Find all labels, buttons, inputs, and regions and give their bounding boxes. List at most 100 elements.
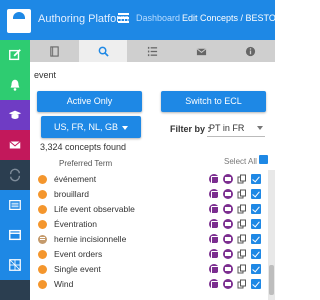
sync-icon (9, 168, 21, 182)
graduation-cap-icon (8, 110, 22, 119)
switch-to-ecl-button[interactable]: Switch to ECL (161, 91, 266, 112)
concept-term: événement (54, 174, 97, 184)
tab-messages[interactable] (177, 40, 225, 62)
primitive-concept-icon (38, 280, 47, 289)
primitive-concept-icon (38, 190, 47, 199)
add-to-list-icon[interactable] (223, 204, 233, 214)
copy-icon[interactable] (237, 264, 247, 274)
add-to-list-icon[interactable] (223, 219, 233, 229)
search-input[interactable] (34, 68, 234, 82)
concept-term: brouillard (54, 189, 89, 199)
select-checkbox[interactable] (251, 189, 261, 199)
copy-icon[interactable] (237, 279, 247, 289)
caret-down-icon (122, 125, 128, 130)
tab-saved-lists[interactable] (128, 40, 176, 62)
sidebar-sync[interactable] (0, 160, 30, 190)
edit-concept-icon[interactable] (209, 234, 219, 244)
top-bar: Authoring Platform Dashboard Edit Concep… (0, 0, 295, 40)
primitive-concept-icon (38, 175, 47, 184)
concept-term: hernie incisionnelle (54, 234, 127, 244)
left-sidebar (0, 40, 30, 300)
edit-icon (9, 49, 21, 61)
preferred-term-header: Preferred Term (59, 159, 113, 168)
list-ordered-icon (147, 46, 157, 56)
list-item[interactable]: Wind (30, 277, 266, 292)
results-scrollbar[interactable] (268, 170, 275, 300)
filter-by-label: Filter by : (170, 124, 211, 134)
tab-info[interactable] (226, 40, 274, 62)
select-checkbox[interactable] (251, 174, 261, 184)
select-all-checkbox[interactable] (259, 155, 268, 164)
list-item[interactable]: Event orders (30, 247, 266, 262)
add-to-list-icon[interactable] (223, 279, 233, 289)
breadcrumb: Edit Concepts / BESTORM1 (182, 13, 295, 23)
add-to-list-icon[interactable] (223, 189, 233, 199)
app-title: Authoring Platform (38, 13, 130, 25)
copy-icon[interactable] (237, 219, 247, 229)
add-to-list-icon[interactable] (223, 249, 233, 259)
list-item[interactable]: événement (30, 172, 266, 187)
list-item[interactable]: hernie incisionnelle (30, 232, 266, 247)
edit-concept-icon[interactable] (209, 219, 219, 229)
concept-term: Éventration (54, 219, 97, 229)
edit-concept-icon[interactable] (209, 204, 219, 214)
sidebar-edit[interactable] (0, 40, 30, 70)
copy-icon[interactable] (237, 204, 247, 214)
sidebar-grid[interactable] (0, 250, 30, 280)
book-icon (49, 45, 59, 57)
primitive-concept-icon (38, 220, 47, 229)
edit-concept-icon[interactable] (209, 249, 219, 259)
active-only-button[interactable]: Active Only (37, 91, 142, 112)
concept-term: Single event (54, 264, 101, 274)
select-checkbox[interactable] (251, 204, 261, 214)
list-item[interactable]: Single event (30, 262, 266, 277)
filter-select-value: PT in FR (209, 123, 245, 133)
filter-select[interactable]: PT in FR (207, 119, 265, 137)
copy-icon[interactable] (237, 174, 247, 184)
bell-icon (10, 79, 20, 91)
search-icon (98, 46, 109, 57)
sidebar-notifications[interactable] (0, 70, 30, 100)
sidebar-list[interactable] (0, 190, 30, 220)
scrollbar-thumb[interactable] (269, 265, 274, 295)
results-count: 3,324 concepts found (40, 142, 127, 152)
copy-icon[interactable] (237, 234, 247, 244)
list-item[interactable]: Life event observable (30, 202, 266, 217)
select-checkbox[interactable] (251, 219, 261, 229)
edit-concept-icon[interactable] (209, 189, 219, 199)
concept-term: Life event observable (54, 204, 135, 214)
select-checkbox[interactable] (251, 249, 261, 259)
add-to-list-icon[interactable] (223, 174, 233, 184)
select-all-label: Select All (224, 157, 257, 166)
language-dropdown[interactable]: US, FR, NL, GB (41, 116, 141, 138)
edit-concept-icon[interactable] (209, 174, 219, 184)
hamburger-menu-icon[interactable] (118, 13, 129, 23)
dashboard-link[interactable]: Dashboard (136, 13, 180, 23)
sidebar-messages[interactable] (0, 130, 30, 160)
tab-bar (30, 40, 275, 62)
tab-taxonomy[interactable] (30, 40, 78, 62)
list-icon (9, 200, 21, 210)
list-item[interactable]: brouillard (30, 187, 266, 202)
sidebar-window[interactable] (0, 220, 30, 250)
edit-concept-icon[interactable] (209, 264, 219, 274)
primitive-concept-icon (38, 250, 47, 259)
sidebar-education[interactable] (0, 100, 30, 130)
add-to-list-icon[interactable] (223, 264, 233, 274)
caret-down-icon (257, 126, 263, 130)
select-checkbox[interactable] (251, 279, 261, 289)
primitive-concept-icon (38, 265, 47, 274)
concept-term: Wind (54, 279, 74, 289)
select-checkbox[interactable] (251, 234, 261, 244)
search-row (30, 62, 275, 86)
info-icon (245, 46, 255, 56)
add-to-list-icon[interactable] (223, 234, 233, 244)
tab-search[interactable] (79, 40, 127, 62)
select-checkbox[interactable] (251, 264, 261, 274)
defined-concept-icon (38, 235, 47, 244)
copy-icon[interactable] (237, 249, 247, 259)
concept-term: Event orders (54, 249, 103, 259)
copy-icon[interactable] (237, 189, 247, 199)
edit-concept-icon[interactable] (209, 279, 219, 289)
list-item[interactable]: Éventration (30, 217, 266, 232)
